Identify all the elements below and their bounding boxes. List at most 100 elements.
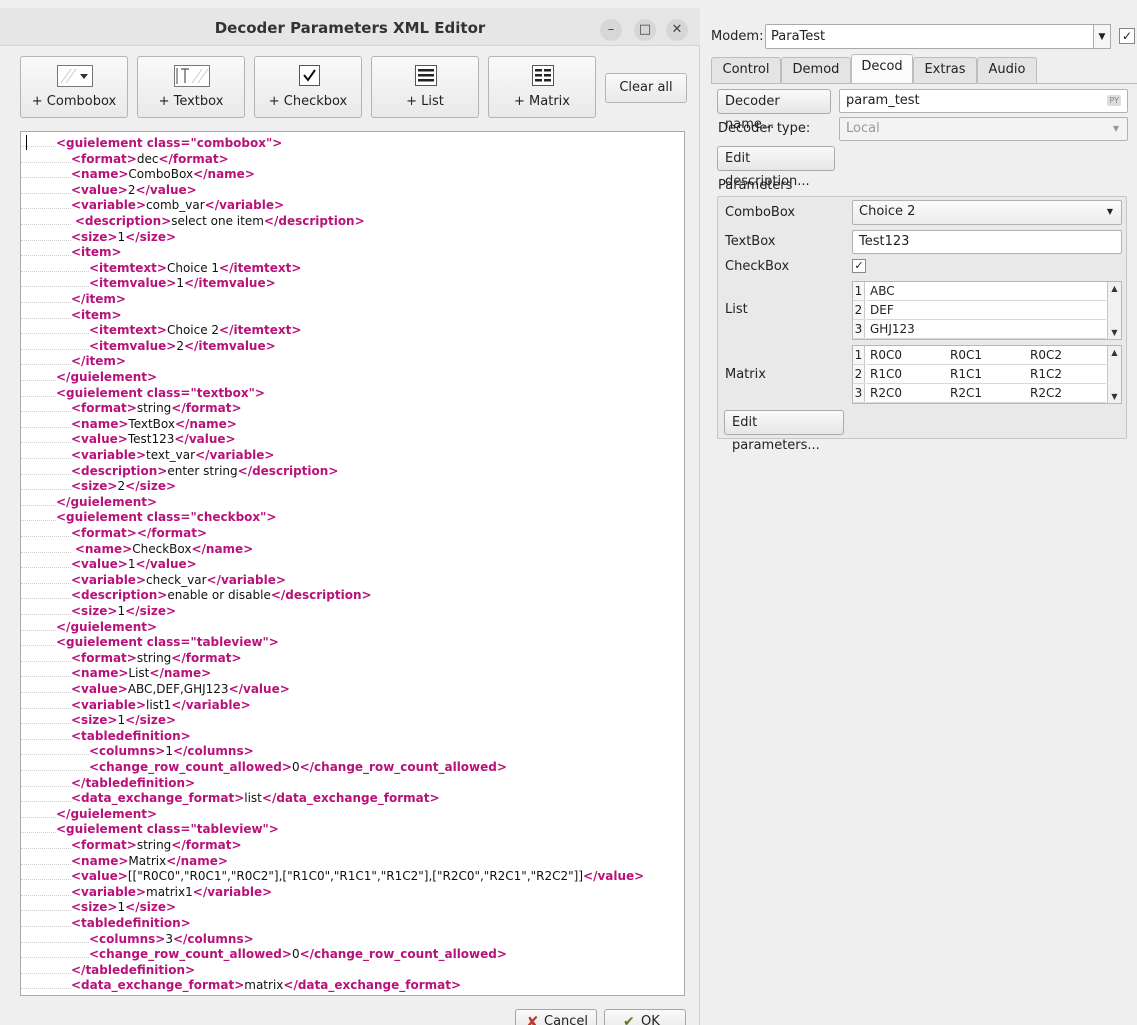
param-checkbox-label: CheckBox [725,259,790,274]
matrix-cell[interactable]: R1C1 [946,365,1026,384]
tab-extras[interactable]: Extras [913,57,977,83]
xml-line: <format></format> [21,526,681,541]
xml-tag: <size> [71,604,118,618]
matrix-cell[interactable]: R2C2 [1026,384,1106,403]
matrix-cell[interactable]: R0C0 [866,346,946,365]
xml-tag: <itemtext> [89,323,167,338]
indent-guide [21,475,71,491]
add-list-button[interactable]: + List [371,56,479,118]
indent-guide [21,288,71,303]
xml-tag: </change_row_count_allowed> [299,947,507,962]
xml-tag: <change_row_count_allowed> [89,947,292,962]
param-textbox-input[interactable]: Test123 [852,230,1122,254]
xml-line: <name>Matrix</name> [21,854,681,869]
toolbar: + Combobox + Textbox + Checkbox + List +… [20,56,690,118]
list-row-header: 1 [853,282,865,301]
clear-all-button[interactable]: Clear all [605,73,687,103]
matrix-cell[interactable]: R1C2 [1026,365,1106,384]
modem-select[interactable]: ParaTest [765,24,1103,49]
maximize-button[interactable]: □ [634,19,656,41]
xml-tag: <columns> [89,744,166,759]
indent-guide [21,397,71,413]
xml-line: <size>2</size> [21,479,681,494]
param-checkbox[interactable]: ✓ [852,259,866,273]
title-bar[interactable]: Decoder Parameters XML Editor – □ ✕ [0,8,700,46]
add-textbox-button[interactable]: + Textbox [137,56,245,118]
xml-text: TextBox [128,416,175,431]
chevron-down-icon[interactable]: ▼ [1093,24,1111,49]
indent-guide [21,241,71,257]
scroll-down-icon[interactable]: ▼ [1108,326,1121,339]
xml-line: <format>dec</format> [21,152,681,167]
xml-line: <guielement class="tableview"> [21,635,681,650]
xml-tag: </variable> [195,448,275,462]
add-textbox-label: + Textbox [158,94,224,109]
matrix-cell[interactable]: R2C0 [866,384,946,403]
cancel-button[interactable]: ✘ Cancel [515,1009,597,1025]
param-combobox-select[interactable]: Choice 2 ▼ [852,200,1122,225]
xml-line: <format>string</format> [21,401,681,416]
xml-text: ABC,DEF,GHJ123 [127,682,229,696]
xml-tag: <itemvalue> [89,338,177,353]
xml-tag: </value> [583,869,645,884]
scroll-up-icon[interactable]: ▲ [1108,346,1121,359]
ok-button[interactable]: ✔ OK [604,1009,686,1025]
indent-guide [21,662,71,678]
edit-description-button[interactable]: Edit description... [717,146,835,189]
xml-tag: </itemtext> [219,323,302,338]
xml-line: <format>string</format> [21,651,681,666]
xml-line: <change_row_count_allowed>0</change_row_… [21,760,681,775]
close-button[interactable]: ✕ [666,19,688,41]
add-checkbox-button[interactable]: + Checkbox [254,56,362,118]
xml-tag: </name> [149,666,212,681]
xml-tag: <description> [71,588,168,603]
xml-line: </guielement> [21,370,681,385]
xml-tag: </columns> [172,744,254,759]
tab-demod[interactable]: Demod [781,57,851,83]
window-title: Decoder Parameters XML Editor [214,19,486,37]
xml-text-editor[interactable]: <guielement class="combobox"> <format>dec… [20,131,685,996]
tab-control[interactable]: Control [711,57,781,83]
xml-line: <size>1</size> [21,713,681,728]
xml-text: string [136,650,172,665]
param-matrix-table[interactable]: 1 R0C0 R0C1 R0C2 2 R1C0 R1C1 R1C2 3 R2C0… [852,345,1122,404]
xml-tag: </description> [237,463,339,478]
tab-decod[interactable]: Decod [851,54,913,84]
indent-guide [21,740,89,756]
xml-line: <variable>list1</variable> [21,698,681,713]
param-list-table[interactable]: 1 ABC 2 DEF 3 GHJ123 ▲ ▼ [852,281,1122,340]
xml-text: 2 [176,338,184,353]
tab-audio[interactable]: Audio [977,57,1037,83]
modem-enable-checkbox[interactable]: ✓ [1119,28,1135,44]
scroll-up-icon[interactable]: ▲ [1108,282,1121,295]
list-cell[interactable]: DEF [866,301,1106,320]
matrix-cell[interactable]: R1C0 [866,365,946,384]
matrix-cell[interactable]: R0C2 [1026,346,1106,365]
list-scrollbar[interactable]: ▲ ▼ [1107,282,1121,339]
checkbox-icon [299,65,320,86]
xml-tag: <format> [71,401,137,416]
xml-tag: <variable> [71,448,146,462]
edit-parameters-button[interactable]: Edit parameters... [724,410,844,453]
indent-guide [21,428,71,444]
decoder-name-field[interactable]: param_test PY [839,89,1128,113]
indent-guide [21,912,71,927]
list-row-header: 2 [853,301,865,320]
matrix-cell[interactable]: R0C1 [946,346,1026,365]
matrix-scrollbar[interactable]: ▲ ▼ [1107,346,1121,403]
add-list-label: + List [406,94,444,109]
list-cell[interactable]: GHJ123 [866,320,1106,339]
xml-line: <data_exchange_format>matrix</data_excha… [21,978,681,993]
indent-guide [21,803,56,818]
matrix-cell[interactable]: R2C1 [946,384,1026,403]
minimize-button[interactable]: – [600,19,622,41]
xml-line: <value>1</value> [21,557,681,572]
xml-tag: <size> [71,229,118,244]
list-cell[interactable]: ABC [866,282,1106,301]
add-matrix-button[interactable]: + Matrix [488,56,596,118]
add-combobox-button[interactable]: + Combobox [20,56,128,118]
xml-line: </item> [21,354,681,369]
xml-tag: <value> [71,432,128,447]
decoder-name-button[interactable]: Decoder name... [717,89,831,132]
scroll-down-icon[interactable]: ▼ [1108,390,1121,403]
